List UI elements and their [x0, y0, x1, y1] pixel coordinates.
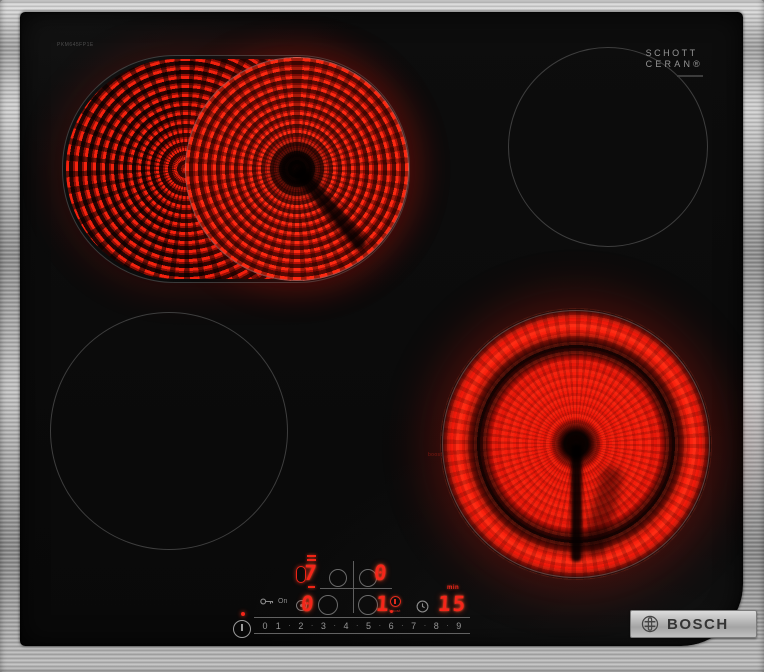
dual-circuit-indicator-icon: [307, 558, 316, 561]
power-level-key-1[interactable]: 1: [274, 621, 282, 631]
power-level-slider[interactable]: 0 1 · 2 · 3 · 4 · 5 · 6 · 7 · 8 · 9: [254, 617, 470, 634]
power-scale-dot: ·: [446, 621, 449, 630]
power-scale-dot: ·: [288, 621, 291, 630]
power-scale-dot: ·: [310, 621, 314, 630]
oval-zone-indicator-icon: [296, 566, 306, 583]
power-level-key-9[interactable]: 9: [455, 621, 463, 631]
power-level-key-8[interactable]: 8: [432, 621, 440, 631]
timer-display: 15: [437, 592, 469, 616]
child-lock-label: On: [278, 598, 288, 605]
power-scale-dot: ·: [333, 621, 337, 630]
zone-select-front-left[interactable]: [318, 595, 338, 615]
boost-indicator[interactable]: boost: [388, 596, 402, 613]
timer-unit-label: min: [447, 585, 460, 591]
power-level-key-0[interactable]: 0: [261, 621, 269, 631]
power-level-key-6[interactable]: 6: [387, 621, 395, 631]
boost-label: boost: [389, 608, 401, 613]
bosch-logo-text: BOSCH: [667, 615, 729, 633]
power-scale-dot: ·: [423, 621, 427, 630]
power-level-key-2[interactable]: 2: [297, 621, 305, 631]
zone-map-line-horizontal: [320, 588, 392, 589]
zone-active-mark: [308, 586, 315, 588]
power-scale-dot: ·: [378, 621, 382, 630]
ceramic-glass-surface: boost PKM645FP1E SCHOTT CERAN® On 7 0 0 …: [20, 12, 743, 646]
power-level-key-3[interactable]: 3: [319, 621, 327, 631]
touch-control-panel: On 7 0 0 1 boost min 15 0 1 · 2 · 3 · 4 …: [20, 12, 743, 646]
power-level-key-5[interactable]: 5: [365, 621, 373, 631]
power-scale-dot: ·: [401, 621, 404, 630]
boost-icon: [389, 596, 401, 607]
power-level-key-7[interactable]: 7: [410, 621, 418, 631]
zone-select-back-left[interactable]: [329, 569, 347, 587]
timer-clock-icon[interactable]: [416, 600, 429, 613]
power-level-key-4[interactable]: 4: [342, 621, 350, 631]
child-lock-key[interactable]: On: [260, 597, 287, 606]
display-front-left: 0: [300, 592, 315, 616]
power-led: [241, 612, 245, 616]
zone-map-line-vertical: [353, 561, 354, 613]
dual-circuit-indicator-icon: [307, 555, 316, 557]
power-scale-dot: ·: [355, 621, 359, 630]
display-back-right: 0: [373, 561, 388, 585]
bosch-logo-icon: [641, 615, 659, 633]
key-icon: [260, 598, 274, 605]
bosch-badge: BOSCH: [630, 610, 757, 638]
power-button[interactable]: [233, 620, 251, 638]
